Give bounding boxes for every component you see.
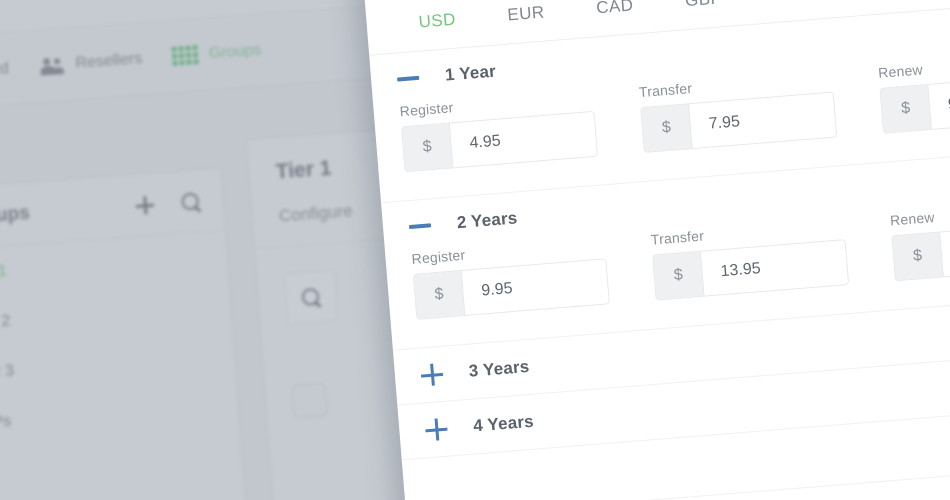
renew-value[interactable]: 9.95 [928, 73, 950, 129]
register-value[interactable]: 4.95 [449, 111, 597, 168]
pricing-panel: Default USD EUR CAD GBP 1 Year Register … [362, 0, 950, 500]
currency-symbol: $ [402, 123, 454, 172]
register-input[interactable]: $ 4.95 [400, 110, 599, 173]
currency-symbol: $ [413, 270, 466, 319]
term-label: 1 Year [444, 61, 497, 85]
currency-symbol: $ [641, 104, 693, 152]
currency-symbol: $ [880, 84, 932, 133]
transfer-value[interactable]: 13.95 [701, 240, 849, 296]
field-label: Renew [889, 208, 936, 229]
transfer-value[interactable]: 7.95 [689, 92, 837, 149]
tab-usd[interactable]: USD [390, 0, 483, 54]
renew-input[interactable]: $ 9.95 [879, 72, 950, 134]
field-transfer: Transfer $ 13.95 [650, 216, 850, 301]
currency-symbol: $ [892, 232, 944, 281]
plus-icon[interactable] [425, 418, 449, 442]
plus-icon[interactable] [420, 363, 444, 387]
register-input[interactable]: $ 9.95 [412, 258, 610, 320]
term-label: 4 Years [472, 411, 535, 436]
register-value[interactable]: 9.95 [461, 259, 609, 315]
field-register: Register $ 4.95 [399, 88, 599, 173]
term-label: 3 Years [468, 356, 531, 381]
transfer-input[interactable]: $ 7.95 [640, 91, 838, 153]
field-register: Register $ 9.95 [411, 235, 610, 320]
field-transfer: Transfer $ 7.95 [638, 69, 838, 153]
renew-input[interactable]: $ 19.95 [891, 219, 950, 282]
transfer-input[interactable]: $ 13.95 [652, 239, 850, 301]
field-renew: Renew $ 9.95 [877, 49, 950, 134]
field-renew: Renew $ 19.95 [889, 197, 950, 282]
screenshot-stage: Domains Reseller Dashboard Resellers Gro… [0, 0, 950, 500]
currency-symbol: $ [653, 251, 705, 300]
minus-icon[interactable] [397, 75, 420, 82]
field-label: Renew [877, 61, 924, 81]
minus-icon[interactable] [408, 223, 432, 230]
